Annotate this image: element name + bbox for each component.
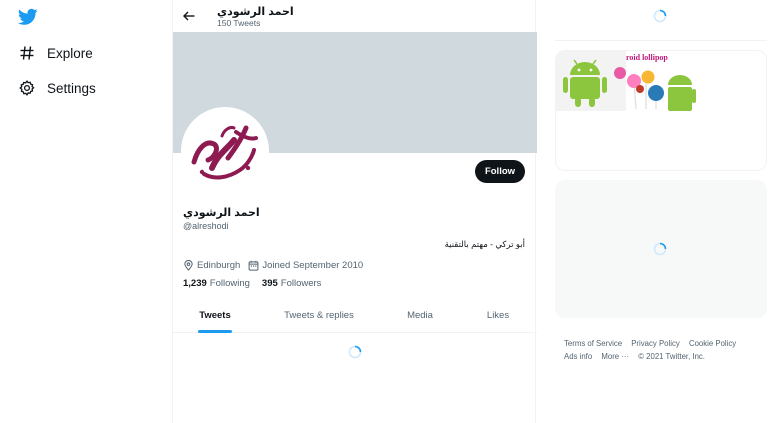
followers-count: 395: [261, 278, 278, 289]
followers-label: Followers: [280, 278, 322, 289]
following-label: Following: [209, 278, 250, 289]
profile-location: Edinburgh: [197, 259, 241, 271]
profile-display-name: احمد الرشودي: [183, 207, 260, 219]
footer-link-more[interactable]: More ···: [601, 352, 629, 361]
follow-stats: 1,239 Following 395 Followers: [183, 278, 333, 289]
profile-meta: Edinburgh Joined September 2010: [183, 258, 371, 272]
page: Explore Settings احمد الرشودي 150 Tweets: [0, 0, 777, 423]
profile-handle: @alreshodi: [183, 221, 229, 231]
followers-link[interactable]: 395 Followers: [262, 278, 322, 289]
footer-copyright: © 2021 Twitter, Inc.: [638, 351, 705, 361]
tab-label: Media: [407, 309, 433, 321]
footer-link-terms[interactable]: Terms of Service: [564, 339, 622, 348]
follow-button[interactable]: Follow: [475, 160, 525, 183]
loading-card: [555, 180, 767, 318]
nav-label-settings: Settings: [47, 80, 96, 96]
right-sidebar: roid lollipop Terms of Service Privacy P…: [555, 0, 767, 423]
left-navigation: Explore Settings: [0, 0, 172, 423]
header-profile-name: احمد الرشودي: [217, 6, 294, 18]
following-link[interactable]: 1,239 Following: [183, 278, 250, 289]
nav-item-explore[interactable]: Explore: [18, 41, 93, 65]
nav-label-explore: Explore: [47, 45, 93, 61]
loading-spinner-icon: [653, 9, 667, 23]
media-caption: roid lollipop: [626, 53, 668, 62]
tab-tweets-and-replies[interactable]: Tweets & replies: [257, 297, 381, 333]
profile-header-bar: احمد الرشودي 150 Tweets: [173, 0, 535, 32]
loading-spinner-icon: [653, 242, 667, 256]
avatar[interactable]: [181, 107, 269, 195]
tab-likes[interactable]: Likes: [459, 297, 537, 333]
media-preview-card[interactable]: roid lollipop: [555, 50, 767, 171]
nav-item-settings[interactable]: Settings: [18, 76, 96, 100]
gear-icon: [18, 79, 36, 97]
joined-item: Joined September 2010: [248, 260, 363, 271]
tab-label: Tweets & replies: [284, 309, 354, 321]
footer-link-cookies[interactable]: Cookie Policy: [689, 339, 736, 348]
profile-tabs: Tweets Tweets & replies Media Likes: [173, 297, 537, 333]
profile-column: احمد الرشودي 150 Tweets Follow احمد الرش…: [172, 0, 537, 423]
active-tab-indicator: [198, 330, 232, 333]
footer-link-ads-info[interactable]: Ads info: [564, 352, 592, 361]
media-thumbnail[interactable]: roid lollipop: [556, 51, 696, 111]
header-tweet-count: 150 Tweets: [217, 18, 261, 28]
tab-label: Likes: [486, 309, 510, 321]
divider: [555, 40, 767, 41]
profile-joined-date: Joined September 2010: [262, 259, 364, 271]
location-pin-icon: [183, 259, 194, 271]
footer-links: Terms of Service Privacy Policy Cookie P…: [564, 338, 764, 363]
tab-tweets[interactable]: Tweets: [173, 297, 257, 333]
hashtag-icon: [18, 44, 36, 62]
twitter-logo-icon[interactable]: [17, 8, 38, 26]
footer-link-privacy[interactable]: Privacy Policy: [631, 339, 680, 348]
tab-label: Tweets: [199, 309, 231, 321]
location-item: Edinburgh: [183, 259, 241, 271]
back-arrow-icon[interactable]: [181, 8, 197, 24]
loading-spinner-icon: [348, 345, 362, 359]
calendar-icon: [248, 260, 259, 271]
profile-bio: أبو تركي - مهتم بالتقنية: [444, 239, 525, 249]
following-count: 1,239: [183, 278, 207, 289]
tab-media[interactable]: Media: [381, 297, 459, 333]
